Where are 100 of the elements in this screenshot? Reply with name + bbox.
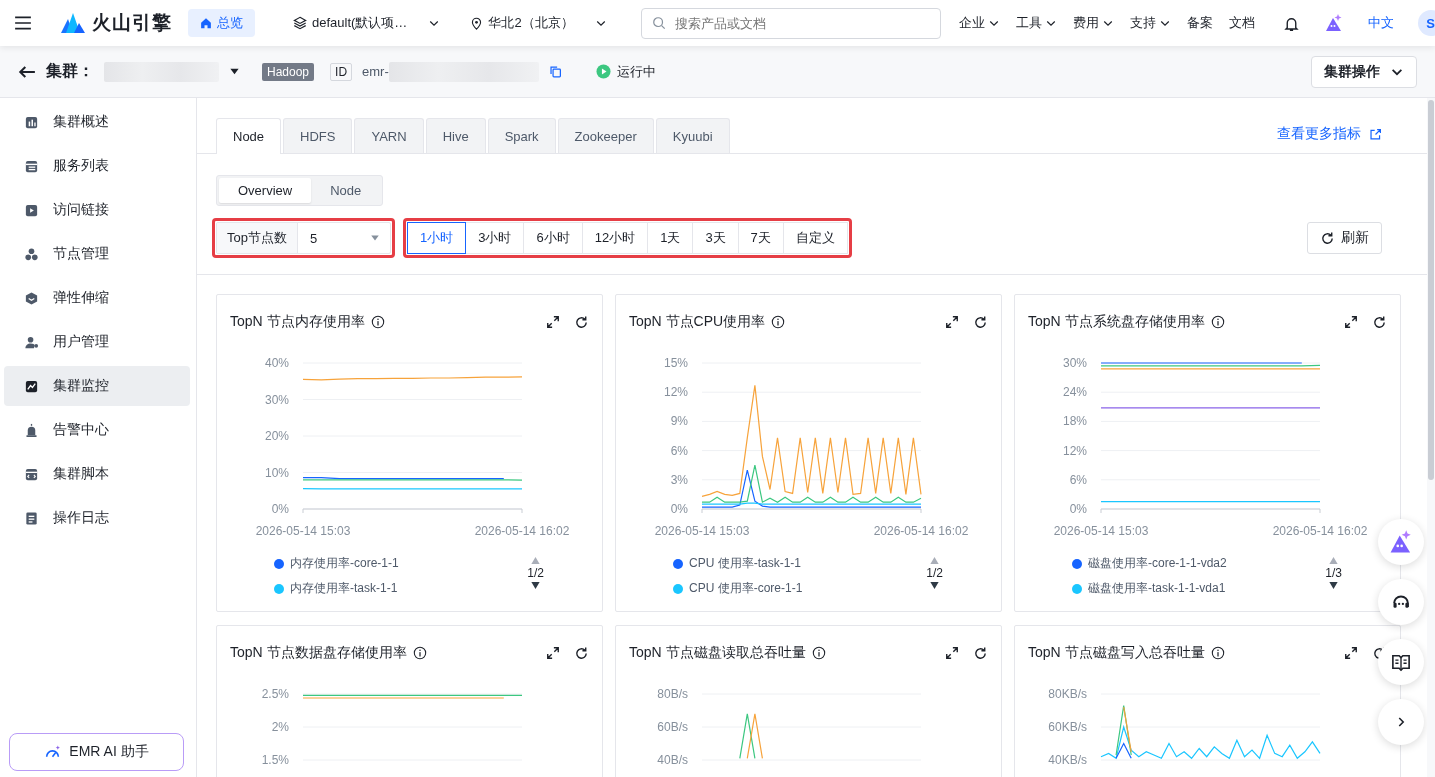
info-icon [1210, 315, 1225, 329]
caret-down-icon [229, 66, 240, 77]
page-up-icon [1328, 555, 1340, 566]
y-tick-label: 20% [264, 429, 289, 443]
tab[interactable]: Zookeeper [557, 118, 654, 153]
x-tick-label: 2026-05-14 15:03 [654, 524, 750, 538]
page-down-icon [1328, 580, 1340, 591]
time-range-option[interactable]: 12小时 [581, 222, 649, 254]
refresh-icon [1372, 314, 1387, 330]
x-tick-label: 2026-05-14 16:02 [474, 524, 570, 538]
sidebar-item[interactable]: 集群概述 [4, 102, 190, 142]
y-tick-label: 80B/s [657, 687, 688, 701]
nav-menu-item[interactable]: 工具 [1015, 14, 1057, 32]
page-down-icon [929, 580, 941, 591]
nav-menu-item[interactable]: 企业 [958, 14, 1000, 32]
tab[interactable]: Kyuubi [655, 118, 730, 153]
y-tick-label: 12% [1062, 443, 1087, 458]
refresh-button[interactable]: 刷新 [1307, 222, 1382, 254]
monitor-chart-icon [24, 378, 39, 394]
home-button[interactable]: 总览 [188, 9, 255, 37]
legend-label[interactable]: 磁盘使用率-task-1-1-vda1 [1088, 580, 1226, 597]
support-float-button[interactable] [1378, 579, 1424, 625]
project-dropdown[interactable]: default(默认项… [293, 14, 441, 32]
y-tick-label: 40% [264, 356, 289, 370]
refresh-icon [973, 314, 988, 330]
chart-title: TopN 节点系统盘存储使用率 [1028, 313, 1205, 331]
alarm-icon [24, 422, 39, 438]
y-tick-label: 40B/s [657, 753, 688, 767]
expand-icon [546, 315, 560, 329]
menu-icon [14, 14, 32, 32]
nav-menu-item[interactable]: 费用 [1072, 14, 1114, 32]
legend-page: 1/3 [1325, 566, 1342, 580]
x-tick-label: 2026-05-14 16:02 [1272, 524, 1368, 538]
cube-icon [24, 290, 39, 306]
tab[interactable]: Hive [425, 118, 486, 153]
tab[interactable]: HDFS [283, 118, 353, 153]
status-text: 运行中 [616, 62, 656, 81]
view-switch-option[interactable]: Overview [219, 178, 312, 203]
chart-title: TopN 节点磁盘写入总吞吐量 [1028, 644, 1205, 662]
page-down-icon [530, 580, 542, 591]
y-tick-label: 0% [1069, 502, 1087, 516]
user-avatar[interactable]: S [1417, 10, 1435, 36]
bar-chart-icon [24, 114, 39, 130]
time-range-option[interactable]: 6小时 [523, 222, 583, 254]
y-tick-label: 3% [670, 472, 688, 487]
y-tick-label: 2.5% [261, 687, 289, 701]
ai-assistant-float-button[interactable] [1378, 519, 1424, 565]
time-range-option[interactable]: 1小时 [406, 222, 467, 254]
nav-menu-item[interactable]: 支持 [1129, 14, 1171, 32]
legend-label[interactable]: 内存使用率-task-1-1 [290, 580, 398, 597]
time-range-option[interactable]: 1天 [647, 222, 694, 254]
sidebar-item[interactable]: 弹性伸缩 [4, 278, 190, 318]
scrollbar[interactable] [1427, 98, 1435, 777]
nav-menu-item[interactable]: 文档 [1228, 14, 1255, 32]
sidebar-item[interactable]: 操作日志 [4, 498, 190, 538]
tab[interactable]: YARN [354, 118, 424, 153]
time-range-option[interactable]: 7天 [737, 222, 784, 254]
legend-label[interactable]: CPU 使用率-core-1-1 [689, 580, 803, 597]
sidebar-item[interactable]: 用户管理 [4, 322, 190, 362]
y-tick-label: 12% [663, 385, 688, 400]
sidebar-item[interactable]: 集群监控 [4, 366, 190, 406]
y-tick-label: 9% [670, 414, 688, 429]
region-dropdown[interactable]: 华北2（北京） [470, 14, 607, 32]
search-field[interactable]: 搜索产品或文档 [640, 7, 941, 39]
tab[interactable]: Spark [487, 118, 556, 153]
sidebar-item[interactable]: 告警中心 [4, 410, 190, 450]
sidebar-item[interactable]: 服务列表 [4, 146, 190, 186]
legend-label[interactable]: 磁盘使用率-core-1-1-vda2 [1088, 555, 1227, 572]
nodes-icon [24, 246, 39, 262]
y-tick-label: 6% [670, 443, 688, 458]
sidebar-item[interactable]: 集群脚本 [4, 454, 190, 494]
language-switch[interactable]: 中文 [1367, 14, 1394, 32]
legend-label[interactable]: 内存使用率-core-1-1 [290, 555, 399, 572]
time-range-option[interactable]: 3小时 [465, 222, 525, 254]
chart-title: TopN 节点内存使用率 [230, 313, 365, 331]
y-tick-label: 30% [264, 392, 289, 407]
chart-title: TopN 节点数据盘存储使用率 [230, 644, 407, 662]
page-up-icon [929, 555, 941, 566]
expand-icon [1344, 646, 1358, 660]
docs-float-button[interactable] [1378, 639, 1424, 685]
cluster-id: emr- [362, 64, 389, 79]
legend-label[interactable]: CPU 使用率-task-1-1 [689, 555, 801, 572]
time-range-option[interactable]: 自定义 [782, 222, 848, 254]
sidebar-item[interactable]: 节点管理 [4, 234, 190, 274]
status-play-icon [595, 64, 611, 79]
ai-assistant-button[interactable]: EMR AI 助手 [9, 733, 184, 771]
nav-menu-item[interactable]: 备案 [1186, 14, 1213, 32]
info-icon [370, 315, 385, 329]
location-pin-icon [470, 16, 484, 30]
cluster-label: 集群： [46, 61, 94, 81]
expand-icon [945, 315, 959, 329]
x-tick-label: 2026-05-14 15:03 [255, 524, 351, 538]
tab[interactable]: Node [216, 118, 282, 154]
cluster-actions-button[interactable]: 集群操作 [1311, 55, 1417, 88]
page-up-icon [530, 555, 542, 566]
time-range-option[interactable]: 3天 [692, 222, 739, 254]
sidebar-item[interactable]: 访问链接 [4, 190, 190, 230]
y-tick-label: 60B/s [657, 720, 688, 734]
view-switch-option[interactable]: Node [311, 178, 381, 203]
more-metrics-link[interactable]: 查看更多指标 [1277, 125, 1361, 143]
